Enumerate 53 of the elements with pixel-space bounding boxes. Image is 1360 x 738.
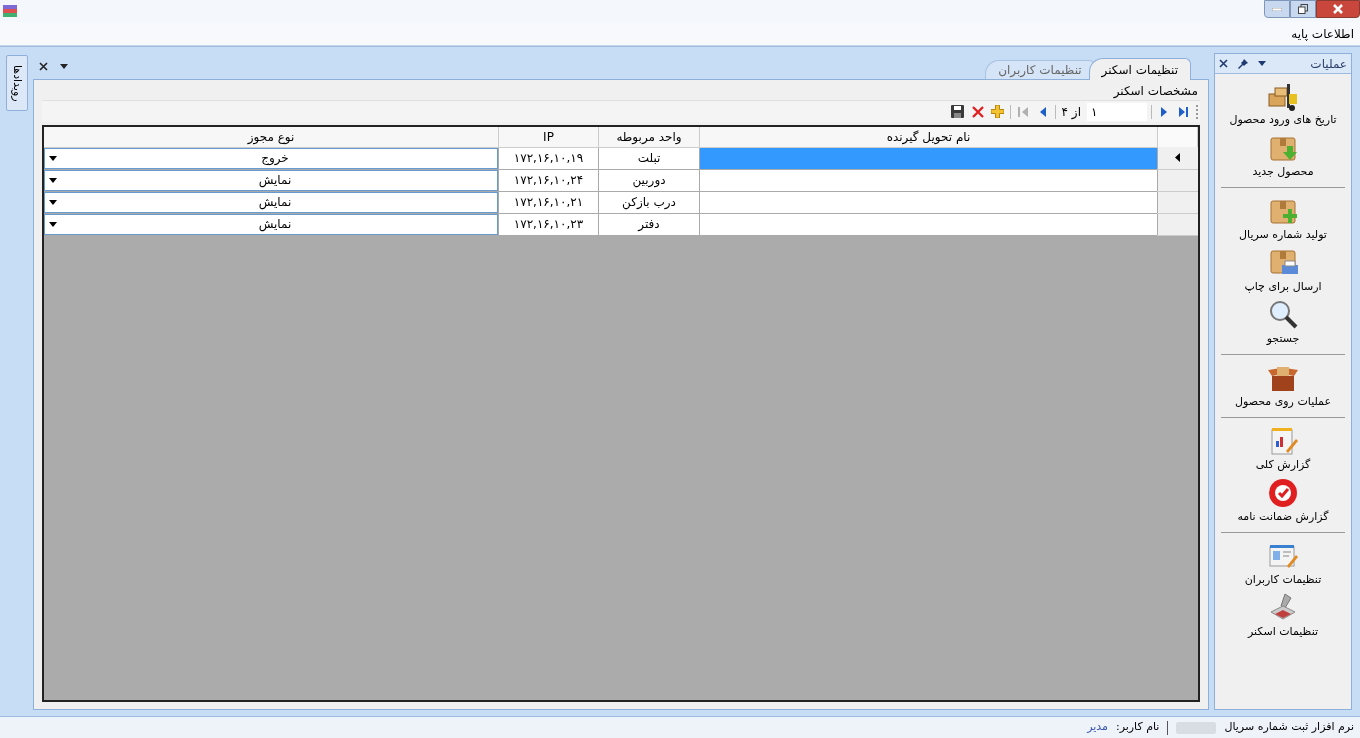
last-record-icon: [1179, 106, 1189, 117]
delete-icon: [971, 105, 984, 118]
record-count: از ۴: [1060, 103, 1082, 121]
dock-tab[interactable]: رویدادها: [5, 55, 28, 111]
next-record-icon: [1161, 106, 1167, 117]
first-record-icon: [1017, 106, 1028, 117]
seal-icon: [1267, 477, 1299, 509]
column-header[interactable]: واحد مربوطه: [598, 127, 700, 147]
dropdown-field[interactable]: نمایش: [44, 169, 498, 191]
dropdown-arrow-icon: [49, 199, 57, 205]
close-button[interactable]: [1316, 0, 1360, 18]
dropdown-field[interactable]: نمایش: [44, 191, 498, 213]
dropdown-arrow-icon: [49, 221, 57, 227]
dropdown-field[interactable]: نمایش: [44, 213, 498, 235]
panel-item[interactable]: تنظیمات اسکنر: [1221, 590, 1345, 642]
dropdown-field[interactable]: خروج: [44, 147, 498, 169]
close-icon[interactable]: [1219, 59, 1228, 68]
tab[interactable]: تنظیمات اسکنر: [1088, 58, 1191, 80]
panel-item[interactable]: تنظیمات کاربران: [1221, 538, 1345, 590]
app-name: نرم افزار ثبت شماره سریال: [1224, 719, 1354, 736]
column-header[interactable]: IP: [498, 127, 599, 147]
add-icon: [991, 105, 1005, 118]
panel-item[interactable]: تولید شماره سریال: [1221, 193, 1345, 245]
dropdown-icon[interactable]: [60, 63, 68, 69]
magnifier-icon: [1267, 299, 1299, 331]
panel-item[interactable]: محصول جدید: [1221, 130, 1345, 182]
panel-item[interactable]: جستجو: [1221, 297, 1345, 349]
dropdown-icon[interactable]: [1258, 61, 1266, 66]
user-label: نام کاربر:: [1115, 719, 1160, 736]
group-title: مشخصات اسکنر: [1112, 83, 1199, 100]
previous-record-icon: [1039, 106, 1046, 117]
user-name: مدیر: [1087, 719, 1108, 736]
panel-item[interactable]: گزارش ضمانت نامه: [1221, 475, 1345, 527]
minimize-icon: [1272, 7, 1282, 11]
column-header[interactable]: نوع مجوز: [44, 127, 499, 147]
panel-item[interactable]: تاریخ های ورود محصول: [1221, 78, 1345, 130]
menu-item[interactable]: اطلاعات پایه: [1291, 24, 1354, 43]
maximize-button[interactable]: [1290, 0, 1316, 18]
position-field[interactable]: ۱: [1087, 102, 1147, 121]
panel-item[interactable]: ارسال برای چاپ: [1221, 245, 1345, 297]
close-icon[interactable]: [39, 61, 48, 71]
restore-icon: [1298, 4, 1308, 14]
close-icon: [1332, 4, 1344, 14]
add-button[interactable]: [989, 103, 1006, 120]
dropdown-arrow-icon: [49, 177, 57, 183]
panel-title: عملیات: [1310, 55, 1347, 73]
delete-button[interactable]: [969, 103, 986, 120]
pin-icon[interactable]: [1238, 58, 1248, 69]
column-header[interactable]: نام تحویل گیرنده: [699, 127, 1158, 147]
app-icon: [3, 5, 17, 17]
panel-item[interactable]: گزارش کلی: [1221, 423, 1345, 475]
dropdown-arrow-icon: [49, 155, 57, 161]
panel-item[interactable]: عملیات روی محصول: [1221, 360, 1345, 412]
